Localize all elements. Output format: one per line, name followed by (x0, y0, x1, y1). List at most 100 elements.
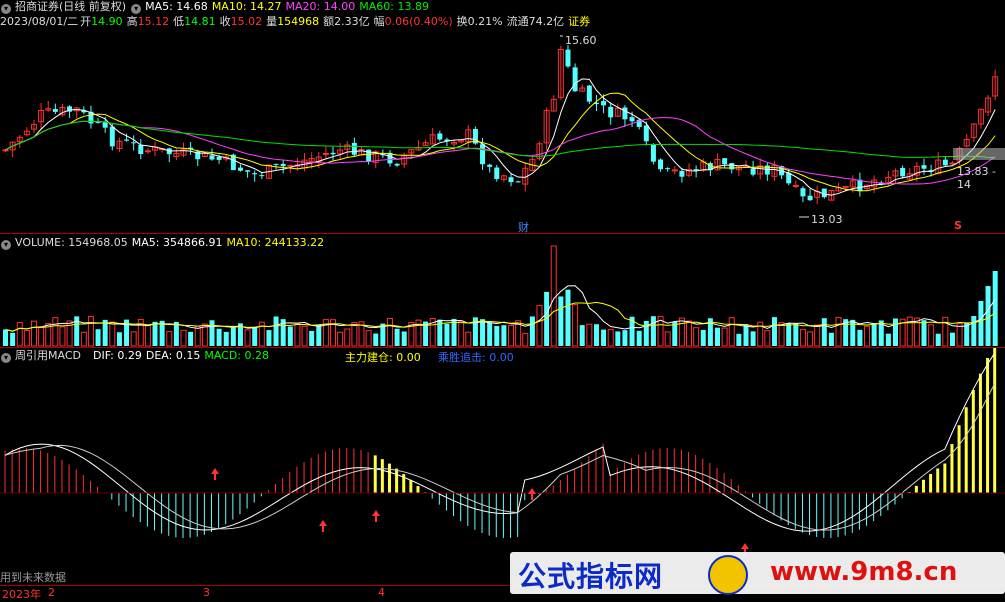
candle-down (629, 117, 635, 122)
candle-down (508, 177, 514, 183)
collapse-icon[interactable]: ▾ (1, 4, 11, 14)
price-chart[interactable] (0, 0, 1005, 234)
volume-bar-down (793, 323, 799, 346)
volume-bar-down (885, 333, 891, 346)
ma10-line (5, 92, 996, 192)
candle-up (287, 164, 294, 167)
volume-bar-up (607, 328, 614, 347)
candle-down (245, 170, 251, 172)
candle-down (131, 142, 137, 144)
candle-down (586, 85, 592, 102)
candle-down (138, 144, 144, 154)
volume-bar-up (522, 332, 529, 347)
volume-bar-up (764, 330, 771, 347)
peak-price-label: 15.60 (565, 34, 597, 47)
volume-bar-up (678, 317, 685, 347)
chg-label: 幅 (373, 15, 385, 28)
volume-bar-up (194, 325, 201, 347)
candle-down (942, 159, 948, 166)
low-label: 低 (173, 15, 185, 28)
volume-bar-down (116, 332, 122, 346)
volume-bar-up (664, 331, 671, 347)
collapse-icon[interactable]: ▾ (1, 240, 11, 250)
volume-bar-down (394, 328, 400, 346)
volume-bar-up (814, 324, 821, 347)
amt-value: 2.33亿 (334, 15, 370, 28)
signal-marker[interactable]: S (954, 219, 962, 232)
vol-value: 154968 (277, 15, 320, 28)
volume-bar-up (23, 330, 30, 347)
volume-bar-down (223, 331, 229, 346)
candle-down (252, 173, 258, 175)
volume-bar-down (736, 333, 742, 346)
candle-down (52, 108, 58, 112)
price-range-label: 13.83 - 14 (957, 165, 996, 191)
candle-down (259, 175, 265, 177)
candle-down (330, 152, 336, 155)
volume-bar-up (52, 317, 59, 347)
volume-bar-up (693, 327, 700, 347)
candle-up (144, 150, 151, 153)
ma10-label: MA10: 14.27 (211, 0, 282, 13)
volume-bar-down (188, 331, 194, 346)
open-label: 开 (80, 15, 92, 28)
vol-label: 量 (266, 15, 278, 28)
volume-bar-up (16, 322, 23, 347)
volume-bar-down (636, 330, 642, 346)
volume-chart[interactable] (0, 234, 1005, 348)
volume-bar-down (750, 331, 756, 346)
volume-bar-down (992, 271, 998, 346)
candle-down (900, 167, 906, 177)
price-range-box (953, 148, 1005, 160)
candle-down (921, 165, 927, 169)
volume-bar-down (650, 316, 656, 346)
volume-bar-down (971, 316, 977, 346)
volume-bar-down (209, 320, 215, 346)
candle-down (494, 167, 500, 179)
low-value: 14.81 (184, 15, 216, 28)
close-label: 收 (219, 15, 231, 28)
buy-arrow-icon (528, 488, 536, 500)
candle-down (722, 158, 728, 165)
volume-bar-down (565, 289, 571, 346)
candle-down (857, 179, 863, 192)
candle-up (792, 185, 799, 188)
volume-bar-down (615, 331, 621, 346)
volume-bar-up (180, 329, 187, 347)
ma60-label: MA60: 13.89 (359, 0, 429, 13)
volume-bar-down (715, 327, 720, 346)
vol-ma10: MA10: 244133.22 (226, 236, 325, 249)
volume-bar-down (921, 320, 927, 346)
volume-bar-up (458, 320, 465, 347)
volume-bar-down (771, 317, 777, 346)
quote-line: 2023/08/01/二 开14.90 高15.12 低14.81 收15.02 量154… (0, 15, 594, 29)
volume-bar-up (942, 316, 949, 347)
volume-bar-up (807, 331, 814, 347)
low-price-label: 13.03 (811, 213, 843, 226)
volume-bar-down (949, 332, 955, 346)
candle-down (608, 106, 614, 118)
volume-bar-up (386, 317, 393, 347)
stock-name: 招商证券(日线 前复权) (15, 0, 127, 13)
volume-bar-down (601, 329, 607, 346)
volume-bar-up (137, 318, 144, 347)
candle-down (800, 188, 806, 197)
volume-bar-up (799, 328, 806, 347)
collapse-icon[interactable]: ▾ (1, 353, 11, 363)
volume-bar-up (80, 331, 87, 347)
amt-label: 额 (323, 15, 335, 28)
volume-bar-down (501, 325, 507, 346)
price-header: ▾ 招商证券(日线 前复权) ▾ MA5: 14.68 MA10: 14.27 MA20:… (0, 0, 433, 14)
candle-down (124, 139, 130, 141)
volume-bar-down (622, 330, 628, 346)
future-data-note: 用到未来数据 (0, 571, 66, 584)
volume-bar-down (786, 323, 792, 346)
settings-icon[interactable]: ▾ (131, 4, 142, 14)
candle-down (280, 163, 286, 167)
buy-arrow-icon (211, 468, 219, 480)
candle-down (237, 167, 243, 171)
volume-bar-down (743, 324, 749, 346)
macd-chart[interactable] (0, 348, 1005, 585)
volume-bar-down (401, 331, 407, 346)
volume-bar-up (465, 331, 472, 347)
